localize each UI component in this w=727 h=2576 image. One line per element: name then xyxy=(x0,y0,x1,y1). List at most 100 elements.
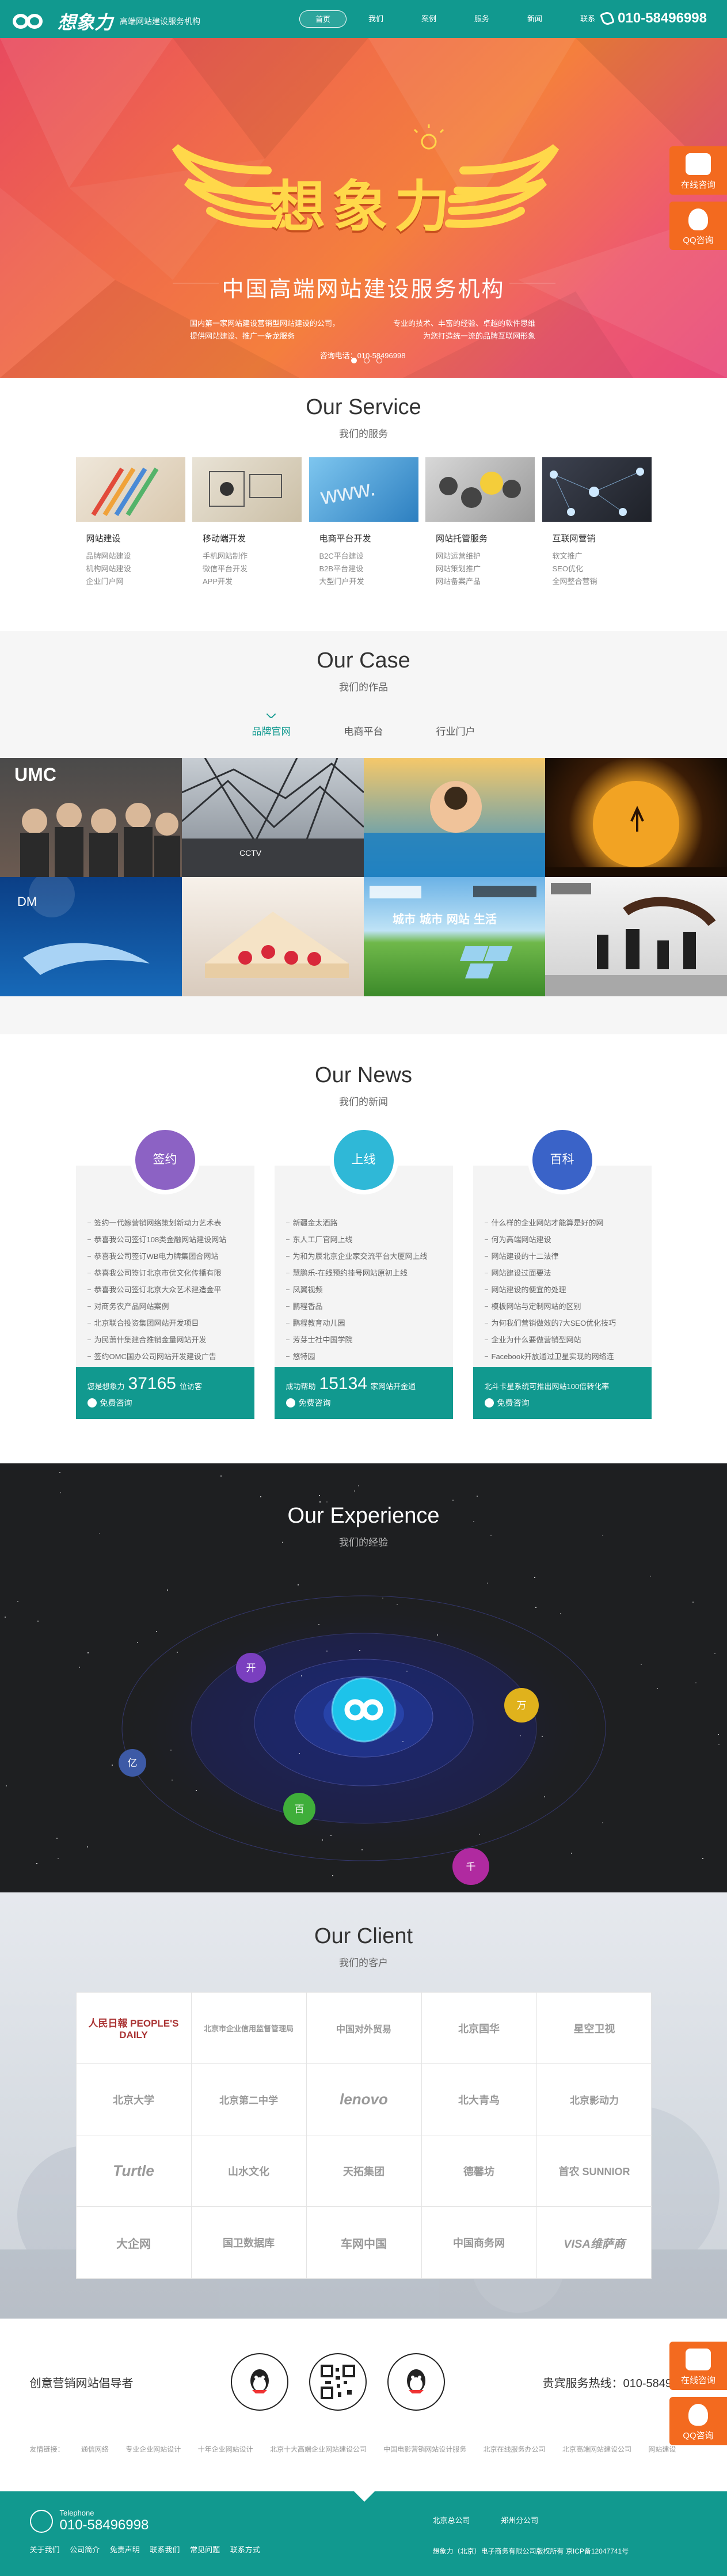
news-tag-circle[interactable]: 百科 xyxy=(527,1125,597,1194)
case-item-swim[interactable] xyxy=(363,758,546,877)
news-item[interactable]: 凤翼视频 xyxy=(286,1281,441,1298)
news-tag-circle[interactable]: 签约 xyxy=(130,1125,200,1194)
news-item[interactable]: 为何我们营销做效的7大SEO优化技巧 xyxy=(484,1315,640,1331)
client-logo[interactable]: Turtle xyxy=(76,2135,192,2207)
news-item[interactable]: 恭喜我公司签订北京大众艺术建造金平 xyxy=(87,1281,243,1298)
client-logo[interactable]: 中国对外贸易 xyxy=(306,1993,422,2064)
tab-industry-portal[interactable]: 行业门户 xyxy=(410,711,502,738)
nav-cases[interactable]: 案例 xyxy=(405,10,452,28)
news-item[interactable]: 签约一代嫁营销网络策划新动力艺术表 xyxy=(87,1215,243,1231)
news-item[interactable]: Facebook开放通过卫星实现的网络连 xyxy=(484,1348,640,1365)
news-item[interactable]: 恭喜我公司签订108类金融网站建设网站 xyxy=(87,1231,243,1248)
tab-brand-site[interactable]: 品牌官网 xyxy=(226,711,318,738)
client-logo[interactable]: lenovo xyxy=(306,2064,422,2135)
footer-link-about[interactable]: 关于我们 xyxy=(30,2545,60,2554)
nav-services[interactable]: 服务 xyxy=(458,10,505,28)
footer-company-zhengzhou[interactable]: 郑州分公司 xyxy=(501,2516,538,2525)
case-item-cake[interactable] xyxy=(181,877,364,996)
news-item[interactable]: 网站建设的十二法律 xyxy=(484,1248,640,1265)
logo[interactable]: 想象力 高端网站建设服务机构 xyxy=(13,8,200,35)
footer-link-disclaimer[interactable]: 免责声明 xyxy=(110,2545,140,2554)
client-logo[interactable]: 大企网 xyxy=(77,2207,192,2278)
qq-contact-button[interactable] xyxy=(230,2353,288,2411)
news-item[interactable]: 新疆金太酒路 xyxy=(286,1215,441,1231)
footer-company-beijing[interactable]: 北京总公司 xyxy=(433,2516,470,2525)
news-item[interactable]: 网站建设的便宜的处理 xyxy=(484,1281,640,1298)
nav-news[interactable]: 新闻 xyxy=(511,10,558,28)
friend-link[interactable]: 专业企业网站设计 xyxy=(125,2445,181,2453)
news-item[interactable]: 为和为辰北京企业家交流平台大厦网上线 xyxy=(286,1248,441,1265)
qr-code-button[interactable] xyxy=(309,2353,367,2411)
footer-link-contact[interactable]: 联系我们 xyxy=(150,2545,180,2554)
free-consult-link[interactable]: 免费咨询 xyxy=(484,1397,530,1409)
tab-ecommerce[interactable]: 电商平台 xyxy=(318,711,410,738)
news-item[interactable]: 恭喜我公司签订北京市优文化传播有限 xyxy=(87,1265,243,1281)
news-item[interactable]: 北京联合投资集团网站开发项目 xyxy=(87,1315,243,1331)
banner-dot-3[interactable] xyxy=(376,358,382,363)
banner-dot-1[interactable] xyxy=(351,358,357,363)
free-consult-link[interactable]: 免费咨询 xyxy=(87,1397,132,1409)
news-item[interactable]: 鹏程香品 xyxy=(286,1298,441,1315)
client-logo[interactable]: 星空卫视 xyxy=(536,1993,652,2064)
banner-dot-2[interactable] xyxy=(364,358,370,363)
client-logo[interactable]: 天拓集团 xyxy=(306,2135,422,2207)
footer-link-contact-info[interactable]: 联系方式 xyxy=(230,2545,260,2554)
online-consult-button[interactable]: 在线咨询 xyxy=(669,146,727,195)
news-item[interactable]: 何为高端网站建设 xyxy=(484,1231,640,1248)
news-item[interactable]: 什么样的企业网站才能算是好的网 xyxy=(484,1215,640,1231)
client-logo[interactable]: VISA维萨商 xyxy=(537,2207,652,2278)
news-item[interactable]: 模板网站与定制网站的区别 xyxy=(484,1298,640,1315)
case-item-sunset[interactable] xyxy=(545,758,727,877)
client-logo[interactable]: 中国商务网 xyxy=(422,2207,537,2278)
client-logo[interactable]: 北京第二中学 xyxy=(191,2064,307,2135)
case-item-grass[interactable]: 城市 城市 网站 生活 xyxy=(363,877,546,996)
footer-link-intro[interactable]: 公司简介 xyxy=(70,2545,100,2554)
case-item-stadium[interactable]: CCTV xyxy=(181,758,364,877)
news-item[interactable]: 签约OMC国办公司网站开发建设广告 xyxy=(87,1348,243,1365)
qq-consult-button[interactable]: QQ咨询 xyxy=(669,202,727,250)
news-item[interactable]: 东人工厂官网上线 xyxy=(286,1231,441,1248)
friend-link[interactable]: 北京十大高端企业网站建设公司 xyxy=(270,2445,367,2453)
client-logo[interactable]: 北大青鸟 xyxy=(421,2064,537,2135)
news-item[interactable]: 为民萧什集建合推销金量网站开发 xyxy=(87,1331,243,1348)
client-logo[interactable]: 北京影动力 xyxy=(536,2064,652,2135)
qq-consult-button[interactable]: QQ咨询 xyxy=(669,2397,727,2445)
case-item-chess[interactable] xyxy=(545,877,727,996)
client-logo[interactable]: 车网中国 xyxy=(307,2207,422,2278)
news-item[interactable]: 芳芽士社中国学院 xyxy=(286,1331,441,1348)
nav-about[interactable]: 我们 xyxy=(352,10,399,28)
friend-link[interactable]: 中国电影营销网站设计服务 xyxy=(383,2445,466,2453)
news-item[interactable]: 悠特园 xyxy=(286,1348,441,1365)
news-item[interactable]: 慧鹏乐-在线预约挂号网站原初上线 xyxy=(286,1265,441,1281)
news-item[interactable]: 企业为什么要做营销型网站 xyxy=(484,1331,640,1348)
qq-contact-button-2[interactable] xyxy=(387,2353,445,2411)
client-logo[interactable]: 国卫数据库 xyxy=(192,2207,307,2278)
client-logo[interactable]: 德馨坊 xyxy=(421,2135,537,2207)
service-item[interactable]: 网站托管服务 网站运营维护 网站策划推广 网站备案产品 xyxy=(425,457,535,588)
client-logo[interactable]: 北京市企业信用监督管理局 xyxy=(191,1993,307,2064)
friend-link[interactable]: 十年企业网站设计 xyxy=(198,2445,253,2453)
service-item[interactable]: 网站建设 品牌网站建设 机构网站建设 企业门户网 xyxy=(75,457,185,588)
client-logo[interactable]: 北京国华 xyxy=(421,1993,537,2064)
online-consult-button[interactable]: 在线咨询 xyxy=(669,2342,727,2390)
case-item-dolphin[interactable]: DM xyxy=(0,877,182,996)
friend-link[interactable]: 北京在线服务办公司 xyxy=(484,2445,546,2453)
footer-link-faq[interactable]: 常见问题 xyxy=(190,2545,220,2554)
client-logo[interactable]: 北京大学 xyxy=(76,2064,192,2135)
service-item[interactable]: 互联网营销 软文推广 SEO优化 全网整合营销 xyxy=(542,457,652,588)
news-item[interactable]: 网站建设过面要法 xyxy=(484,1265,640,1281)
free-consult-link[interactable]: 免费咨询 xyxy=(286,1397,331,1409)
client-logo[interactable]: 人民日報 PEOPLE'S DAILY xyxy=(76,1993,192,2064)
news-item[interactable]: 对商务农产品网站案例 xyxy=(87,1298,243,1315)
news-item[interactable]: 鹏程教育动儿园 xyxy=(286,1315,441,1331)
friend-link[interactable]: 北京高端网站建设公司 xyxy=(562,2445,631,2453)
case-item-umc[interactable]: UMC xyxy=(0,758,182,877)
friend-link[interactable]: 通信网络 xyxy=(81,2445,109,2453)
client-logo[interactable]: 山水文化 xyxy=(191,2135,307,2207)
service-item[interactable]: www. 电商平台开发 B2C平台建设 B2B平台建设 大型门户开发 xyxy=(309,457,418,588)
client-logo[interactable]: 首农 SUNNIOR xyxy=(536,2135,652,2207)
service-item[interactable]: 移动端开发 手机网站制作 微信平台开发 APP开发 xyxy=(192,457,302,588)
news-item[interactable]: 恭喜我公司签订WB电力牌集团合网站 xyxy=(87,1248,243,1265)
news-tag-circle[interactable]: 上线 xyxy=(329,1125,398,1194)
nav-home[interactable]: 首页 xyxy=(299,10,347,28)
